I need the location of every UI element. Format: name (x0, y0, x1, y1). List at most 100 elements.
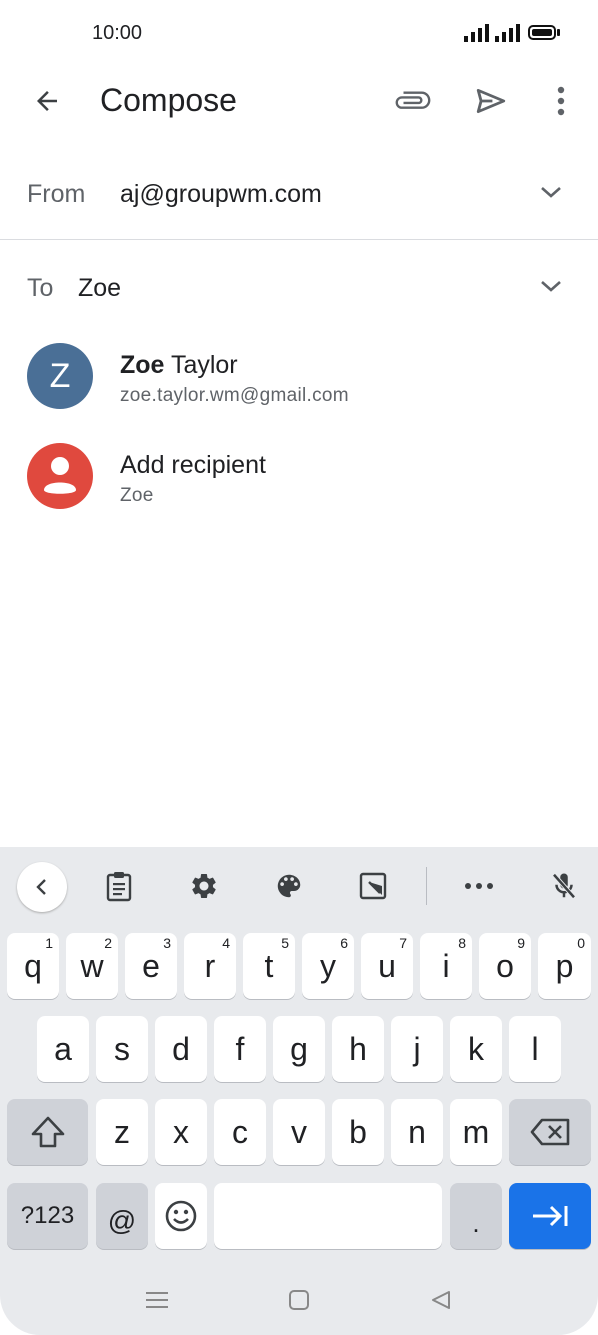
key-w[interactable]: w2 (66, 933, 118, 999)
avatar: Z (27, 343, 93, 409)
key-x[interactable]: x (155, 1099, 207, 1165)
send-button[interactable] (466, 76, 516, 126)
suggestion-email: zoe.taylor.wm@gmail.com (120, 385, 349, 406)
recents-button[interactable] (140, 1285, 174, 1315)
toolbar-divider (426, 867, 427, 905)
key-g[interactable]: g (273, 1016, 325, 1082)
divider (0, 239, 598, 240)
back-nav-button[interactable] (424, 1285, 458, 1315)
key-hint: 6 (340, 935, 348, 951)
home-button[interactable] (282, 1285, 316, 1315)
key-hint: 5 (281, 935, 289, 951)
key-n[interactable]: n (391, 1099, 443, 1165)
key-label: g (290, 1030, 308, 1067)
key-label: d (172, 1030, 190, 1067)
key-label: x (173, 1113, 189, 1150)
key-label: @ (107, 1205, 137, 1236)
more-options-button[interactable] (540, 76, 582, 126)
page-title: Compose (100, 82, 237, 118)
key-h[interactable]: h (332, 1016, 384, 1082)
signal-icon (464, 24, 489, 42)
menu-icon (146, 1292, 168, 1308)
key-i[interactable]: i8 (420, 933, 472, 999)
key-label: p (555, 947, 574, 984)
key-label: e (142, 947, 160, 984)
paperclip-icon (395, 91, 431, 109)
key-hint: 4 (222, 935, 230, 951)
to-row[interactable]: To Zoe (0, 254, 598, 320)
key-k[interactable]: k (450, 1016, 502, 1082)
key-label: z (114, 1113, 130, 1150)
key-hint: 3 (163, 935, 171, 951)
emoji-key[interactable] (155, 1183, 207, 1249)
smiley-icon (165, 1200, 197, 1232)
suggestion-sub: Zoe (120, 485, 154, 506)
triangle-back-icon (432, 1291, 450, 1309)
suggestion-add-recipient[interactable]: Add recipient Zoe (0, 443, 598, 533)
clipboard-button[interactable] (96, 863, 142, 909)
key-m[interactable]: m (450, 1099, 502, 1165)
key-label: . (472, 1207, 480, 1238)
key-y[interactable]: y6 (302, 933, 354, 999)
from-value: aj@groupwm.com (120, 180, 322, 208)
from-row[interactable]: From aj@groupwm.com (0, 160, 598, 226)
shift-icon (31, 1116, 64, 1148)
key-u[interactable]: u7 (361, 933, 413, 999)
key-s[interactable]: s (96, 1016, 148, 1082)
key-label: f (235, 1030, 245, 1067)
voice-input-button[interactable] (541, 863, 587, 909)
suggestion-name: Zoe Taylor (120, 351, 238, 380)
key-f[interactable]: f (214, 1016, 266, 1082)
next-key[interactable] (509, 1183, 591, 1249)
suggestion-contact[interactable]: Z Zoe Taylor zoe.taylor.wm@gmail.com (0, 343, 598, 433)
key-label: y (320, 947, 336, 984)
collapse-toolbar-button[interactable] (17, 862, 67, 912)
key-t[interactable]: t5 (243, 933, 295, 999)
key-b[interactable]: b (332, 1099, 384, 1165)
key-v[interactable]: v (273, 1099, 325, 1165)
keyboard: q1 w2 e3 r4 t5 y6 u7 i8 o9 p0 a s d f g … (0, 847, 598, 1335)
battery-tip (557, 29, 560, 36)
key-label: ?123 (20, 1202, 75, 1229)
key-label: m (462, 1113, 490, 1150)
attach-button[interactable] (388, 76, 438, 126)
settings-button[interactable] (181, 863, 227, 909)
app-bar: Compose (0, 66, 598, 134)
signal-icon-2 (495, 24, 520, 42)
key-z[interactable]: z (96, 1099, 148, 1165)
key-label: l (531, 1030, 539, 1067)
symbols-key[interactable]: ?123 (7, 1183, 88, 1249)
key-label: j (413, 1030, 421, 1067)
resize-keyboard-button[interactable] (350, 863, 396, 909)
backspace-key[interactable] (509, 1099, 591, 1165)
space-key[interactable] (214, 1183, 442, 1249)
arrow-back-icon (37, 91, 57, 111)
shift-key[interactable] (7, 1099, 88, 1165)
key-label: r (204, 947, 216, 984)
key-o[interactable]: o9 (479, 933, 531, 999)
key-d[interactable]: d (155, 1016, 207, 1082)
key-j[interactable]: j (391, 1016, 443, 1082)
key-label: u (378, 947, 396, 984)
more-tools-button[interactable] (456, 863, 502, 909)
keyboard-toolbar (0, 847, 598, 927)
key-a[interactable]: a (37, 1016, 89, 1082)
key-e[interactable]: e3 (125, 933, 177, 999)
key-hint: 7 (399, 935, 407, 951)
key-c[interactable]: c (214, 1099, 266, 1165)
key-l[interactable]: l (509, 1016, 561, 1082)
avatar-initial: Z (49, 356, 71, 395)
key-label: b (349, 1113, 367, 1150)
chevron-down-icon[interactable] (539, 184, 563, 200)
key-r[interactable]: r4 (184, 933, 236, 999)
key-p[interactable]: p0 (538, 933, 591, 999)
period-key[interactable]: . (450, 1183, 502, 1249)
theme-button[interactable] (266, 863, 312, 909)
key-q[interactable]: q1 (7, 933, 59, 999)
system-nav-bar (0, 1265, 598, 1335)
palette-icon (277, 874, 301, 898)
back-button[interactable] (22, 76, 72, 126)
to-input[interactable]: Zoe (78, 274, 121, 303)
at-key[interactable]: @ (96, 1183, 148, 1249)
chevron-down-icon[interactable] (539, 278, 563, 294)
